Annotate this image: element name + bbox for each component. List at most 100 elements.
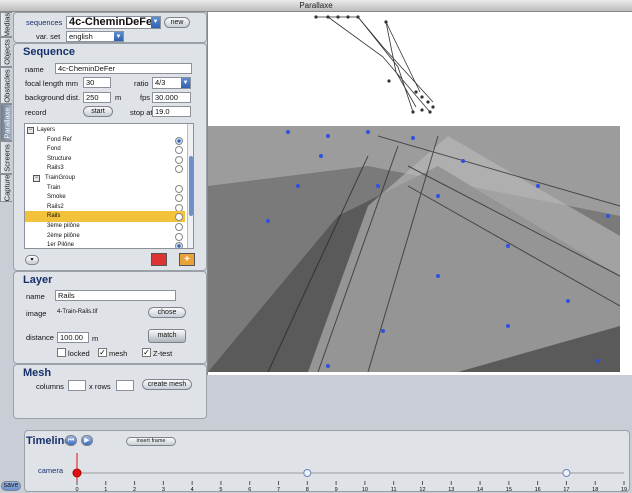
layer-row[interactable]: 1er Pilône — [25, 240, 185, 249]
timeline-title: Timeline — [26, 435, 71, 447]
ruler-label: 7 — [277, 487, 280, 491]
chevron-down-icon: ▼ — [114, 32, 123, 41]
varset-select[interactable]: english ▼ — [66, 31, 124, 42]
distance-label: distance — [26, 333, 54, 342]
ruler-label: 16 — [535, 487, 541, 491]
distance-unit: m — [92, 334, 99, 343]
ruler-label: 19 — [621, 487, 627, 491]
layers-list[interactable]: − Layers Fond Ref Fond Structure Rails3− Train… — [24, 123, 194, 249]
record-label: record — [25, 108, 47, 117]
match-label: match — [157, 332, 177, 339]
fps-input[interactable]: 30.000 — [152, 92, 191, 103]
rows-input[interactable] — [116, 380, 134, 391]
locked-checkbox[interactable] — [57, 348, 66, 357]
tab-parallaxe[interactable]: Parallaxe — [0, 104, 12, 141]
ruler-label: 18 — [592, 487, 598, 491]
keyframe-marker[interactable] — [303, 469, 312, 477]
ztest-label: Z-test — [153, 349, 173, 358]
ruler-label: 14 — [477, 487, 483, 491]
mesh-title: Mesh — [23, 367, 52, 379]
ratio-label: ratio — [134, 79, 149, 88]
layer-image-label: image — [26, 309, 47, 318]
mesh-panel: Mesh columns x rows create mesh — [13, 364, 207, 419]
folder-icon[interactable]: − — [33, 175, 40, 182]
ruler-label: 17 — [563, 487, 569, 491]
stop-at-input[interactable]: 19.0 — [152, 106, 191, 117]
focal-length-label: focal length mm — [25, 79, 78, 88]
match-button[interactable]: match — [148, 329, 186, 343]
side-tab-bar: Medias Objects Obstacles Parallaxe Scree… — [0, 12, 12, 202]
photo-mesh-overlay — [208, 126, 620, 372]
ruler-label: 1 — [104, 487, 107, 491]
ruler-label: 15 — [506, 487, 512, 491]
chevron-down-icon: ▼ — [181, 78, 190, 88]
save-button[interactable]: save — [1, 481, 21, 491]
focal-length-input[interactable]: 30 — [83, 77, 111, 88]
locked-label: locked — [68, 349, 90, 358]
fps-label: fps — [140, 93, 151, 102]
background-dist-unit: m — [115, 93, 122, 102]
ruler-label: 12 — [419, 487, 425, 491]
ruler-label: 4 — [191, 487, 194, 491]
ruler-label: 11 — [391, 487, 397, 491]
sequences-label: sequences — [26, 18, 63, 27]
ruler-label: 9 — [335, 487, 338, 491]
chevron-down-icon: ▼ — [151, 17, 160, 28]
camera-track-label: camera — [38, 466, 64, 475]
add-layer-icon[interactable]: + — [179, 253, 195, 266]
varset-label: var. set — [36, 32, 61, 41]
mesh-checkbox[interactable]: ✓ — [98, 348, 107, 357]
columns-label: columns — [36, 382, 64, 391]
ruler-label: 5 — [219, 487, 222, 491]
ruler-label: 6 — [248, 487, 251, 491]
layer-name-input[interactable]: Rails — [55, 290, 176, 301]
play-icon[interactable]: ▶ — [81, 435, 93, 446]
timeline-panel: Timeline ⏮ ▶ insert frame camera 0123456… — [24, 430, 630, 492]
window-title-bar: Parallaxe — [0, 0, 632, 12]
tab-medias[interactable]: Medias — [0, 12, 12, 37]
chevron-down-icon: ▾ — [30, 257, 34, 263]
ruler-label: 13 — [448, 487, 454, 491]
ruler-label: 10 — [362, 487, 368, 491]
scrollbar-thumb[interactable] — [189, 156, 193, 216]
insert-frame-button[interactable]: insert frame — [126, 437, 176, 446]
record-start-button[interactable]: start — [83, 106, 113, 117]
chose-image-button[interactable]: chose — [148, 307, 186, 318]
background-dist-input[interactable]: 250 — [83, 92, 111, 103]
sequence-name-label: name — [25, 65, 44, 74]
distance-input[interactable]: 100.00 — [57, 332, 89, 343]
layers-scrollbar[interactable] — [187, 124, 193, 248]
ruler-label: 3 — [162, 487, 165, 491]
layer-title: Layer — [23, 274, 53, 286]
layer-photo[interactable] — [208, 126, 620, 372]
layer-image-value: 4-Train-Rails.tif — [57, 309, 98, 315]
sequences-panel: sequences 4c-CheminDeFer ▼ new var. set … — [13, 12, 207, 43]
layer-visibility-radio[interactable] — [175, 242, 183, 248]
collapse-button[interactable]: ▾ — [25, 255, 39, 265]
rows-label: x rows — [89, 382, 111, 391]
rewind-icon[interactable]: ⏮ — [65, 435, 77, 446]
sequence-select[interactable]: 4c-CheminDeFer ▼ — [66, 16, 161, 29]
delete-layer-icon[interactable] — [151, 253, 167, 266]
ratio-select[interactable]: 4/3 ▼ — [152, 77, 191, 89]
stop-at-label: stop at — [130, 108, 153, 117]
layer-name-label: name — [26, 292, 45, 301]
keyframe-marker[interactable] — [562, 469, 571, 477]
layer-row-label: 1er Pilône — [47, 242, 75, 249]
tab-screens[interactable]: Screens — [0, 141, 12, 174]
sequence-title: Sequence — [23, 46, 75, 58]
new-sequence-button[interactable]: new — [164, 17, 190, 28]
create-mesh-button[interactable]: create mesh — [142, 379, 192, 390]
layer-panel: Layer name Rails image 4-Train-Rails.tif… — [13, 271, 207, 364]
tab-objects[interactable]: Objects — [0, 37, 12, 67]
ruler-label: 2 — [133, 487, 136, 491]
tab-obstacles[interactable]: Obstacles — [0, 67, 12, 104]
ztest-checkbox[interactable]: ✓ — [142, 348, 151, 357]
timeline-track[interactable]: 0 1 2 3 4 5 6 7 8 9 10 11 12 13 14 15 16 17 18 19 — [69, 453, 629, 491]
sequence-name-input[interactable]: 4c-CheminDeFer — [55, 63, 192, 74]
folder-icon[interactable]: − — [27, 127, 34, 134]
ruler-label: 0 — [75, 487, 78, 491]
tab-capture[interactable]: Capture — [0, 174, 12, 202]
columns-input[interactable] — [68, 380, 86, 391]
camera-path-diagram — [314, 15, 435, 114]
